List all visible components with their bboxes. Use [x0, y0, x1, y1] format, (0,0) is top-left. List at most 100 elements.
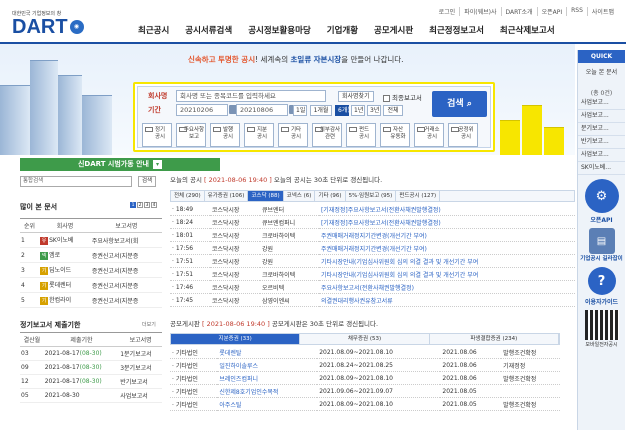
table-row[interactable]: · 18:01 코스닥시장 크로바하이텍 주권매매거래정지기간변경(개선기간 부여) — [170, 228, 575, 242]
api-icon[interactable]: ⚙ — [584, 179, 619, 213]
category-checkbox[interactable]: 정기 공시 — [142, 123, 172, 147]
report-cell[interactable]: 의결권대리행사권유참고서류 — [318, 293, 575, 307]
guide-book-icon[interactable]: ▤ — [588, 228, 615, 254]
table-row[interactable]: · 기타법인 브레인즈컴퍼니 2021.08.09~2021.08.10 2021.0… — [170, 371, 560, 385]
util-link[interactable]: DART소개 — [500, 7, 537, 16]
market-tab[interactable]: 유가증권 (106) — [205, 191, 249, 201]
company-name[interactable]: SK이노베 — [49, 237, 73, 244]
nav-item[interactable]: 공시정보활용마당 — [240, 24, 319, 36]
category-checkbox[interactable]: 거래소 공시 — [414, 123, 444, 147]
category-checkbox[interactable]: 주요사항 보고 — [176, 123, 206, 147]
end-date-input[interactable]: 20210806 — [236, 104, 288, 116]
table-row[interactable]: · 기타법인 신한제8호기업인수목적 2021.09.06~2021.09.07 20… — [170, 384, 560, 398]
report-cell[interactable]: 증권신고서(지분증 — [90, 292, 162, 308]
dart-logo[interactable]: 대한민국 기업정보의 창 DART ◉ — [12, 10, 107, 40]
checkbox-icon[interactable] — [213, 127, 221, 132]
company-cell[interactable]: 큐브엔터 — [260, 203, 319, 216]
company-cell[interactable]: 신한제8호기업인수목적 — [217, 384, 318, 398]
checkbox-icon[interactable] — [179, 127, 187, 132]
market-tab[interactable]: 5%·임원보고 (95) — [346, 191, 397, 201]
recent-doc-item[interactable]: 사업보고... — [578, 110, 625, 123]
checkbox-icon[interactable] — [451, 127, 459, 132]
report-cell[interactable]: 주권매매거래정지기간변경(개선기간 부여) — [318, 241, 575, 255]
util-link[interactable]: 사이트맵 — [586, 7, 618, 16]
company-name[interactable]: 엠로 — [49, 252, 60, 259]
nav-item[interactable]: 공시서류검색 — [177, 24, 240, 36]
checkbox-icon[interactable] — [145, 127, 153, 132]
nav-item[interactable]: 최근공시 — [130, 24, 177, 36]
util-link[interactable]: 오픈API — [536, 7, 567, 16]
recent-doc-item[interactable]: 반기보고... — [578, 136, 625, 149]
range-button[interactable]: 1개월 — [310, 105, 332, 116]
report-cell[interactable]: [기재정정]주요사항보고서(전환사채권발행결정) — [318, 203, 575, 216]
new-dart-banner[interactable]: 신DART 시범가동 안내 ▾ — [20, 158, 220, 171]
util-link[interactable]: 로그인 — [435, 7, 460, 16]
table-row[interactable]: · 17:56 코스닥시장 강원 주권매매거래정지기간변경(개선기간 부여) — [170, 241, 575, 255]
checkbox-icon[interactable] — [383, 94, 390, 102]
company-cell[interactable]: 크로바하이텍 — [260, 267, 319, 281]
help-icon[interactable]: ? — [587, 267, 616, 295]
table-row[interactable]: · 기타법인 아주스틸 2021.08.09~2021.08.10 2021.08.0… — [170, 397, 560, 411]
checkbox-icon[interactable] — [349, 127, 357, 132]
table-row[interactable]: · 17:51 코스닥시장 크로바하이텍 기타시장안내(기업심사위원회 심의 의결 결… — [170, 267, 575, 281]
table-row[interactable]: · 18:49 코스닥시장 큐브엔터 [기재정정]주요사항보고서(전환사채권발행결정) — [170, 203, 575, 216]
report-cell[interactable]: 기타시장안내(기업심사위원회 심의 의결 결과 및 개선기간 부여 — [318, 267, 575, 281]
dropdown-icon[interactable]: ▾ — [153, 159, 163, 169]
nav-item[interactable]: 최근삭제보고서 — [492, 24, 563, 36]
quick-link-userguide[interactable]: 이용자가이드 — [578, 297, 625, 306]
offer-tab[interactable]: 지분증권 (33) — [171, 334, 301, 344]
company-search-input[interactable]: 회사명 또는 종목코드를 입력하세요 — [176, 90, 326, 102]
company-cell[interactable]: 오르비텍 — [260, 280, 319, 294]
category-checkbox[interactable]: 자산 유동화 — [380, 123, 410, 147]
checkbox-icon[interactable] — [417, 127, 425, 132]
category-checkbox[interactable]: 펀드 공시 — [346, 123, 376, 147]
recent-doc-item[interactable]: 사업보고... — [578, 149, 625, 162]
company-cell[interactable]: 강원 — [260, 254, 319, 268]
report-cell[interactable]: 증권신고서(지분증 — [90, 262, 162, 278]
company-cell[interactable]: 유 SK이노베 — [39, 232, 91, 248]
range-button[interactable]: 1일 — [293, 105, 307, 116]
range-button[interactable]: 6개월 — [335, 105, 353, 116]
quick-link-openapi[interactable]: 오픈API — [578, 215, 625, 224]
company-name[interactable]: 한컴라이 — [49, 297, 71, 304]
table-row[interactable]: · 기타법인 일진하이솔루스 2021.08.24~2021.08.25 2021.0… — [170, 358, 560, 372]
table-row[interactable]: · 기타법인 롯데렌탈 2021.08.09~2021.08.10 2021.08.0… — [170, 346, 560, 359]
company-cell[interactable]: 강원 — [260, 241, 319, 255]
start-date-input[interactable]: 20210206 — [176, 104, 228, 116]
category-checkbox[interactable]: 지분 공시 — [244, 123, 274, 147]
report-cell[interactable]: 주권매매거래정지기간변경(개선기간 부여) — [318, 228, 575, 242]
category-checkbox[interactable]: 발행 공시 — [210, 123, 240, 147]
table-row[interactable]: 4 기 롯데렌터 증권신고서(지분증 — [20, 277, 162, 293]
company-cell[interactable]: 아주스틸 — [217, 397, 318, 411]
table-row[interactable]: · 17:45 코스닥시장 삼영이엔씨 의결권대리행사권유참고서류 — [170, 293, 575, 307]
company-cell[interactable]: 넥 엠로 — [39, 247, 91, 263]
table-row[interactable]: 5 기 한컴라이 증권신고서(지분증 — [20, 292, 162, 308]
report-cell[interactable]: 주요사항보고서(회 — [90, 232, 162, 248]
util-link[interactable]: 파이(웨브)사 — [459, 7, 500, 16]
market-tab[interactable]: 전체 (290) — [171, 191, 205, 201]
report-cell[interactable]: 증권신고서(지분증 — [90, 277, 162, 293]
report-cell[interactable]: 주요사항보고서(전환사채권발행결정) — [318, 280, 575, 294]
company-cell[interactable]: 브레인즈컴퍼니 — [217, 371, 318, 385]
company-cell[interactable]: 기 롯데렌터 — [39, 277, 91, 293]
quick-link-mobile[interactable]: 모바일전자공시 — [578, 341, 625, 348]
integrated-search-button[interactable]: 검색 — [138, 176, 156, 187]
company-find-button[interactable]: 회사명찾기 — [338, 91, 374, 102]
util-link[interactable]: RSS — [566, 7, 587, 16]
range-button[interactable]: 1년 — [351, 105, 365, 116]
company-name[interactable]: 딥노이드 — [49, 267, 71, 274]
checkbox-icon[interactable] — [281, 127, 289, 132]
table-row[interactable]: 1 유 SK이노베 주요사항보고서(회 — [20, 232, 162, 248]
market-tab[interactable]: 코넥스 (6) — [284, 191, 316, 201]
report-cell[interactable]: 증권신고서(지분증 — [90, 247, 162, 263]
integrated-search-input[interactable]: 통합검색 — [20, 176, 132, 187]
nav-item[interactable]: 기업개황 — [319, 24, 366, 36]
table-row[interactable]: · 17:51 코스닥시장 강원 기타시장안내(기업심사위원회 심의 의결 결과 및 … — [170, 254, 575, 268]
nav-item[interactable]: 최근정정보고서 — [421, 24, 492, 36]
market-tab[interactable]: 기타 (96) — [315, 191, 346, 201]
table-row[interactable]: 3 기 딥노이드 증권신고서(지분증 — [20, 262, 162, 278]
table-row[interactable]: · 18:24 코스닥시장 큐브엔컴퍼니 [기재정정]주요사항보고서(전환사채권발행결… — [170, 215, 575, 229]
recent-doc-item[interactable]: SK이노베... — [578, 162, 625, 175]
company-cell[interactable]: 일진하이솔루스 — [217, 358, 318, 372]
table-row[interactable]: · 17:46 코스닥시장 오르비텍 주요사항보고서(전환사채권발행결정) — [170, 280, 575, 294]
